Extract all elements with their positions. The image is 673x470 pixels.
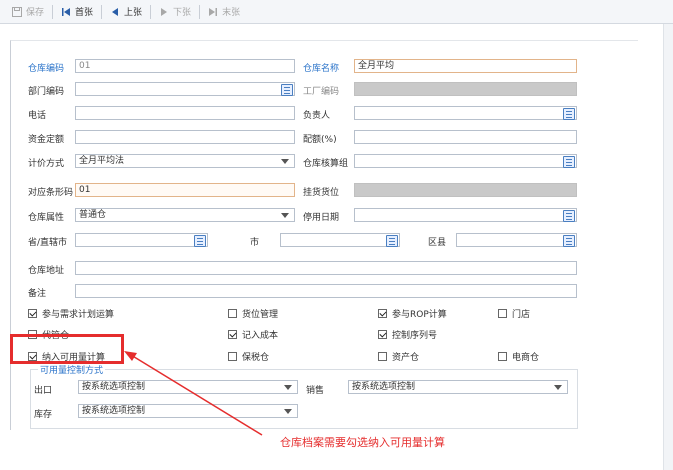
annotation-text: 仓库档案需要勾选纳入可用量计算	[280, 436, 445, 449]
annotation-arrow-icon	[124, 351, 263, 436]
